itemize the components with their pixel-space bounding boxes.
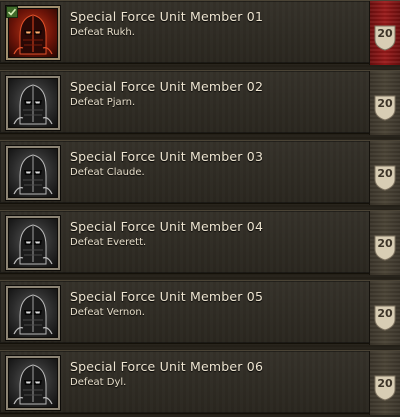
achievement-title: Special Force Unit Member 05	[70, 289, 264, 304]
checkmark-icon	[6, 6, 18, 18]
achievement-points: 20	[377, 167, 393, 180]
shield-badge-icon: 20	[373, 93, 397, 121]
achievement-row[interactable]: Special Force Unit Member 06 Defeat Dyl.…	[0, 350, 400, 415]
armored-knight-helmet-icon	[6, 76, 60, 130]
achievement-description: Defeat Pjarn.	[70, 97, 136, 108]
achievement-row[interactable]: Special Force Unit Member 01 Defeat Rukh…	[0, 0, 400, 65]
armored-knight-helmet-icon	[6, 356, 60, 410]
achievement-title: Special Force Unit Member 04	[70, 219, 264, 234]
achievement-ribbon: 20	[369, 281, 400, 345]
achievement-points: 20	[377, 97, 393, 110]
achievement-title: Special Force Unit Member 01	[70, 9, 264, 24]
achievement-description: Defeat Dyl.	[70, 377, 127, 388]
achievement-description: Defeat Claude.	[70, 167, 145, 178]
achievement-row[interactable]: Special Force Unit Member 05 Defeat Vern…	[0, 280, 400, 345]
achievement-title: Special Force Unit Member 03	[70, 149, 264, 164]
armored-knight-helmet-icon	[6, 216, 60, 270]
achievement-description: Defeat Vernon.	[70, 307, 145, 318]
achievement-description: Defeat Rukh.	[70, 27, 135, 38]
achievement-points: 20	[377, 377, 393, 390]
shield-badge-icon: 20	[373, 303, 397, 331]
shield-badge-icon: 20	[373, 23, 397, 51]
shield-badge-icon: 20	[373, 233, 397, 261]
achievement-row[interactable]: Special Force Unit Member 03 Defeat Clau…	[0, 140, 400, 205]
achievement-row[interactable]: Special Force Unit Member 04 Defeat Ever…	[0, 210, 400, 275]
armored-knight-helmet-icon	[6, 286, 60, 340]
achievement-ribbon: 20	[369, 141, 400, 205]
shield-badge-icon: 20	[373, 163, 397, 191]
achievement-points: 20	[377, 307, 393, 320]
achievement-ribbon: 20	[369, 71, 400, 135]
achievement-points: 20	[377, 237, 393, 250]
achievement-ribbon: 20	[369, 351, 400, 415]
achievement-points: 20	[377, 27, 393, 40]
achievement-title: Special Force Unit Member 06	[70, 359, 264, 374]
achievement-title: Special Force Unit Member 02	[70, 79, 264, 94]
achievement-ribbon: 20	[369, 1, 400, 65]
shield-badge-icon: 20	[373, 373, 397, 401]
achievement-ribbon: 20	[369, 211, 400, 275]
achievement-list: Special Force Unit Member 01 Defeat Rukh…	[0, 0, 400, 417]
armored-knight-helmet-icon	[6, 146, 60, 200]
achievement-row[interactable]: Special Force Unit Member 02 Defeat Pjar…	[0, 70, 400, 135]
achievement-description: Defeat Everett.	[70, 237, 147, 248]
